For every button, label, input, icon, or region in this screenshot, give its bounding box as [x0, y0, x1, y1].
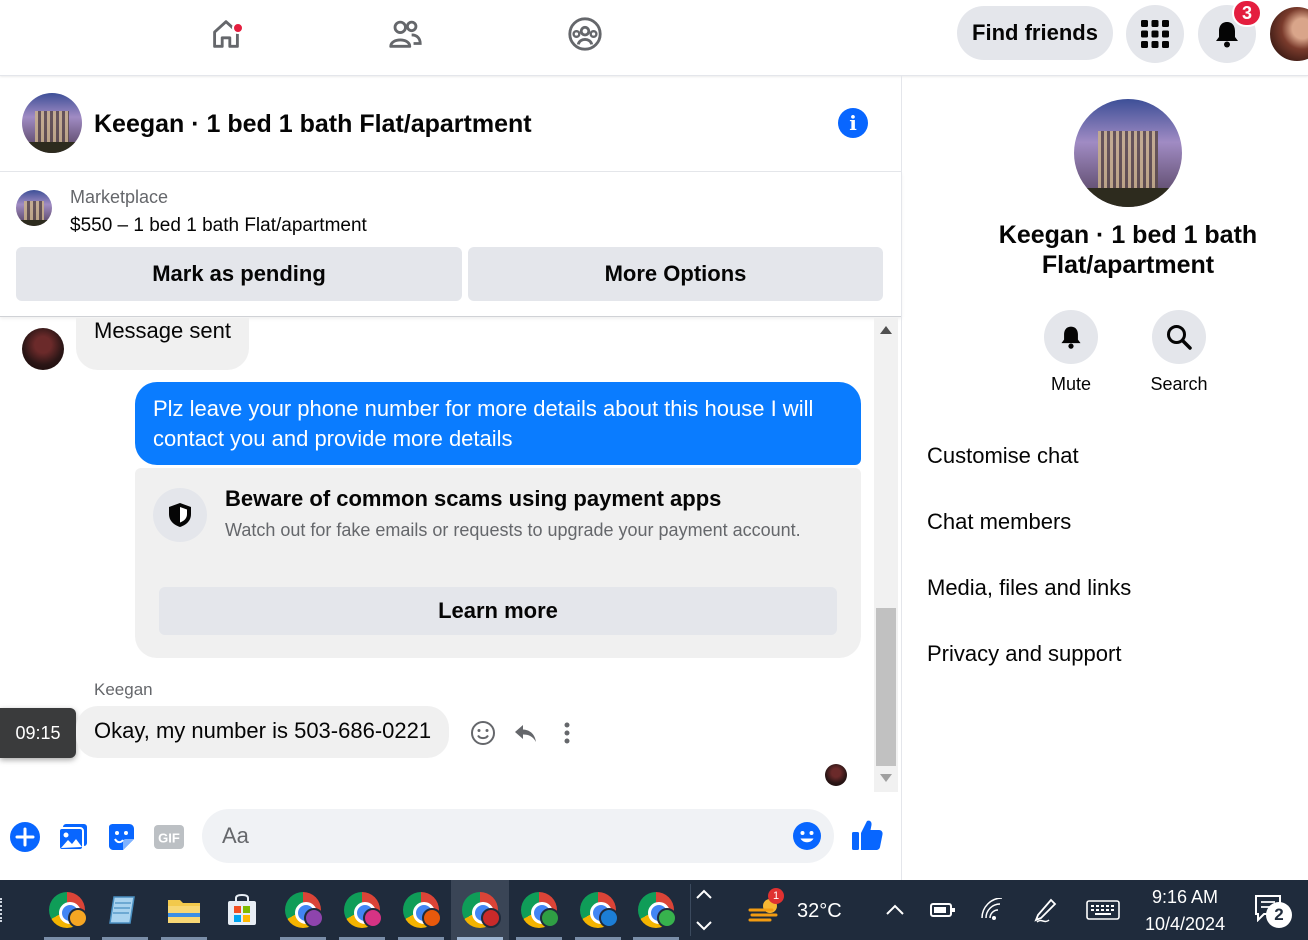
search-label: Search	[1150, 374, 1208, 394]
home-notification-dot	[232, 22, 244, 34]
chrome-taskbar-app-active[interactable]	[451, 880, 509, 940]
add-icon[interactable]	[8, 820, 42, 854]
chrome-taskbar-app[interactable]	[510, 880, 568, 940]
keyboard-icon[interactable]	[1086, 900, 1120, 920]
friends-icon[interactable]	[383, 12, 427, 56]
notifications-badge: 3	[1232, 0, 1262, 27]
messenger-page: Find friends 3 Keegan · 1 bed 1 bath Fla…	[0, 0, 1308, 940]
home-icon[interactable]	[204, 12, 248, 56]
notepad-icon	[109, 896, 135, 924]
sticker-icon[interactable]	[104, 820, 138, 854]
listing-thumbnail[interactable]	[16, 190, 52, 226]
wifi-icon[interactable]	[980, 898, 1004, 922]
chat-header: Keegan · 1 bed 1 bath Flat/apartment i	[0, 76, 902, 172]
notification-center-badge: 2	[1266, 902, 1292, 928]
task-view-icon[interactable]	[0, 898, 10, 922]
reply-icon[interactable]	[510, 718, 540, 748]
chrome-taskbar-app[interactable]	[333, 880, 391, 940]
mark-as-pending-button[interactable]: Mark as pending	[16, 247, 462, 301]
listing-title[interactable]: $550 – 1 bed 1 bath Flat/apartment	[70, 215, 367, 237]
scroll-thumb[interactable]	[876, 608, 896, 766]
gif-text: GIF	[158, 831, 180, 846]
pen-icon[interactable]	[1033, 898, 1057, 924]
thumbs-up-icon[interactable]	[850, 818, 884, 852]
chrome-taskbar-app[interactable]	[38, 880, 96, 940]
sender-avatar[interactable]	[22, 328, 64, 370]
grid-icon	[1141, 20, 1169, 48]
conversation-details-panel: Keegan · 1 bed 1 bath Flat/apartment Mut…	[902, 76, 1308, 880]
search-icon	[1167, 325, 1192, 350]
photo-icon[interactable]	[56, 820, 90, 854]
emoji-icon[interactable]	[792, 821, 822, 856]
conversation-avatar[interactable]	[22, 93, 82, 153]
privacy-support-item[interactable]: Privacy and support	[927, 641, 1121, 667]
groups-icon[interactable]	[563, 12, 607, 56]
seen-receipt-avatar	[825, 764, 847, 786]
gif-icon[interactable]: GIF	[152, 820, 186, 854]
chat-members-item[interactable]: Chat members	[927, 509, 1071, 535]
media-files-links-item[interactable]: Media, files and links	[927, 575, 1131, 601]
scroll-up-arrow-icon[interactable]	[880, 326, 892, 334]
chevron-down-icon	[696, 921, 712, 931]
battery-icon[interactable]	[930, 902, 956, 918]
notifications-button[interactable]: 3	[1198, 0, 1262, 63]
message-time-tooltip: 09:15	[0, 708, 76, 758]
conversation-title[interactable]: Keegan · 1 bed 1 bath Flat/apartment	[94, 110, 532, 139]
sender-name: Keegan	[94, 680, 153, 699]
customise-chat-item[interactable]: Customise chat	[927, 443, 1079, 469]
weather-widget[interactable]: 1	[748, 888, 784, 926]
marketplace-label: Marketplace	[70, 187, 169, 207]
learn-more-button[interactable]: Learn more	[159, 587, 837, 635]
shield-icon	[153, 488, 207, 542]
store-icon	[228, 893, 256, 925]
message-input-placeholder: Aa	[222, 823, 249, 848]
account-avatar[interactable]	[1268, 5, 1308, 63]
scam-warning-card: Beware of common scams using payment app…	[135, 468, 861, 658]
message-scrollbar[interactable]	[874, 318, 898, 792]
mute-label: Mute	[1050, 374, 1092, 394]
more-options-button[interactable]: More Options	[468, 247, 883, 301]
message-composer: GIF Aa	[0, 800, 902, 878]
menu-grid-button[interactable]	[1126, 5, 1184, 63]
top-navigation: Find friends 3	[0, 0, 1308, 76]
taskbar-overflow-toggle[interactable]	[690, 884, 714, 936]
chrome-taskbar-app[interactable]	[627, 880, 685, 940]
clock-time[interactable]: 9:16 AM	[1152, 887, 1218, 908]
chevron-up-icon	[696, 889, 712, 899]
scam-warning-description: Watch out for fake emails or requests to…	[225, 520, 801, 540]
notepad-taskbar-app[interactable]	[96, 880, 154, 940]
react-emoji-icon[interactable]	[468, 718, 498, 748]
folder-icon	[168, 900, 200, 923]
incoming-message[interactable]: Message sent	[76, 318, 249, 370]
microsoft-store-taskbar-app[interactable]	[213, 880, 271, 940]
chrome-taskbar-app[interactable]	[569, 880, 627, 940]
bell-icon	[1061, 326, 1081, 349]
message-list[interactable]: Message sent Plz leave your phone number…	[0, 318, 902, 792]
chrome-taskbar-app[interactable]	[392, 880, 450, 940]
message-input[interactable]: Aa	[202, 809, 834, 863]
mute-button[interactable]: Mute	[1031, 310, 1111, 395]
details-title-line2: Flat/apartment	[1041, 251, 1215, 279]
scam-warning-title: Beware of common scams using payment app…	[225, 486, 722, 511]
weather-badge: 1	[768, 888, 784, 904]
notification-center[interactable]: 2	[1252, 892, 1302, 932]
search-button[interactable]: Search	[1139, 310, 1219, 395]
chrome-taskbar-app[interactable]	[274, 880, 332, 940]
info-icon[interactable]: i	[838, 108, 868, 138]
incoming-message[interactable]: Okay, my number is 503-686-0221	[76, 706, 450, 758]
temperature-text[interactable]: 32°C	[797, 900, 842, 923]
file-explorer-taskbar-app[interactable]	[155, 880, 213, 940]
clock-date[interactable]: 10/4/2024	[1145, 914, 1225, 935]
details-title-line1: Keegan · 1 bed 1 bath	[998, 221, 1258, 249]
outgoing-message[interactable]: Plz leave your phone number for more det…	[135, 382, 861, 465]
scroll-down-arrow-icon[interactable]	[880, 774, 892, 782]
find-friends-button[interactable]: Find friends	[957, 6, 1113, 60]
more-actions-icon[interactable]	[552, 718, 582, 748]
details-title: Keegan · 1 bed 1 bath Flat/apartment	[902, 220, 1308, 280]
marketplace-panel: Marketplace $550 – 1 bed 1 bath Flat/apa…	[0, 172, 902, 317]
details-avatar[interactable]	[1074, 99, 1182, 207]
tray-chevron-up-icon[interactable]	[884, 902, 906, 918]
windows-taskbar: 1 32°C 9:16 AM 10/4/2024 2	[0, 880, 1308, 940]
